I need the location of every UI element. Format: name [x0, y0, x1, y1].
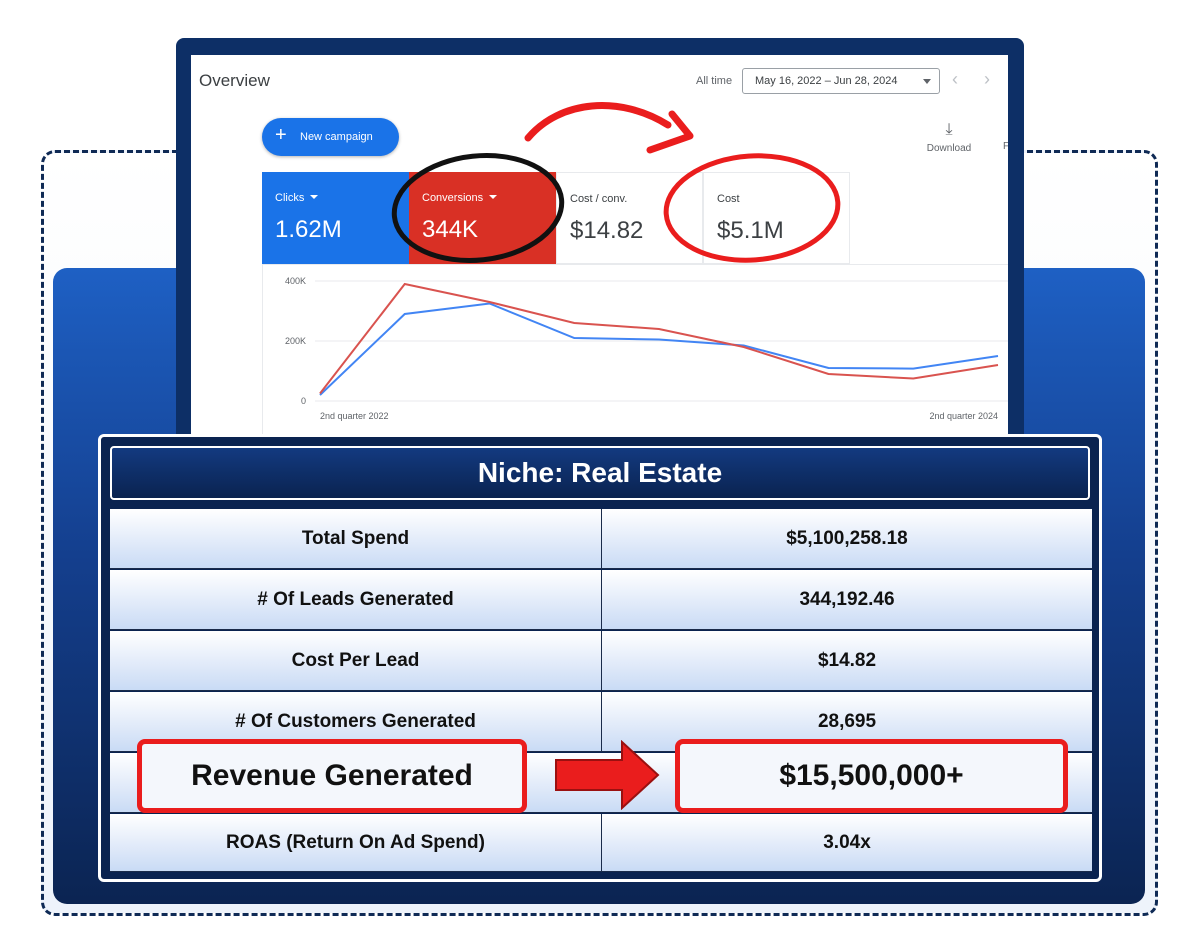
line-chart-svg: 400K 200K 0 2nd quarter 2022 2nd quarter 202…	[285, 276, 1008, 421]
metric-value: $14.82	[570, 217, 644, 244]
row-label: Total Spend	[110, 509, 602, 569]
row-value: 3.04x	[823, 832, 871, 853]
date-range-select[interactable]: May 16, 2022 – Jun 28, 2024	[742, 68, 940, 94]
results-table: Niche: Real Estate Total Spend $5,100,25…	[98, 434, 1102, 882]
new-campaign-button[interactable]: + New campaign	[262, 118, 399, 156]
date-range-value: May 16, 2022 – Jun 28, 2024	[755, 75, 898, 87]
series-line-0	[319, 302, 999, 396]
chevron-down-icon	[923, 79, 931, 84]
y-tick-label: 200K	[285, 336, 306, 346]
table-row: Cost Per Lead $14.82	[110, 631, 1092, 691]
row-label: Cost Per Lead	[110, 631, 602, 691]
table-title: Niche: Real Estate	[110, 446, 1090, 500]
y-tick-label: 0	[301, 396, 306, 406]
table-body: Total Spend $5,100,258.18 # Of Leads Gen…	[110, 509, 1092, 872]
metric-card-conversions[interactable]: Conversions 344K	[409, 172, 556, 264]
table-row: # Of Leads Generated 344,192.46	[110, 570, 1092, 630]
y-tick-label: 400K	[285, 276, 306, 286]
row-value: 344,192.46	[799, 589, 895, 610]
revenue-value-highlight: $15,500,000+	[675, 739, 1068, 813]
row-label: # Of Leads Generated	[110, 570, 602, 630]
metric-value: 1.62M	[275, 216, 342, 243]
table-row: Total Spend $5,100,258.18	[110, 509, 1092, 569]
row-label: ROAS (Return On Ad Spend)	[110, 814, 602, 872]
metric-label: Cost	[717, 193, 740, 205]
metric-card-cost-per-conversion[interactable]: Cost / conv. $14.82	[556, 172, 703, 264]
download-button[interactable]: ⤓ Download	[921, 121, 977, 154]
chevron-left-icon[interactable]: ‹	[952, 69, 958, 90]
metric-value: $5.1M	[717, 217, 784, 244]
page-title: Overview	[199, 71, 270, 90]
ads-overview-screen: Overview All time May 16, 2022 – Jun 28,…	[191, 55, 1008, 448]
performance-chart: 400K 200K 0 2nd quarter 2022 2nd quarter 202…	[262, 265, 1008, 435]
new-campaign-label: New campaign	[300, 131, 373, 143]
chevron-right-icon[interactable]: ›	[984, 69, 990, 90]
download-label: Download	[926, 143, 972, 154]
dropdown-caret-icon	[310, 195, 319, 199]
metric-value: 344K	[422, 216, 479, 243]
metric-label: Conversions	[422, 192, 484, 204]
table-row: ROAS (Return On Ad Spend) 3.04x	[110, 814, 1092, 872]
download-icon: ⤓	[945, 121, 953, 138]
metric-card-clicks[interactable]: Clicks 1.62M	[262, 172, 409, 264]
metric-label: Clicks	[275, 192, 305, 204]
plus-icon: +	[275, 124, 287, 146]
all-time-label: All time	[696, 75, 733, 87]
x-tick-label: 2nd quarter 2024	[929, 411, 998, 421]
metric-label: Cost / conv.	[570, 193, 628, 205]
truncated-toolbar-label: F	[1003, 141, 1008, 152]
arrow-right-icon	[555, 740, 660, 810]
row-value: $14.82	[817, 650, 877, 671]
revenue-label-highlight: Revenue Generated	[137, 739, 527, 813]
row-value: $5,100,258.18	[786, 528, 908, 549]
x-tick-label: 2nd quarter 2022	[320, 411, 389, 421]
dropdown-caret-icon	[489, 195, 498, 199]
metric-card-cost[interactable]: Cost $5.1M	[703, 172, 850, 264]
